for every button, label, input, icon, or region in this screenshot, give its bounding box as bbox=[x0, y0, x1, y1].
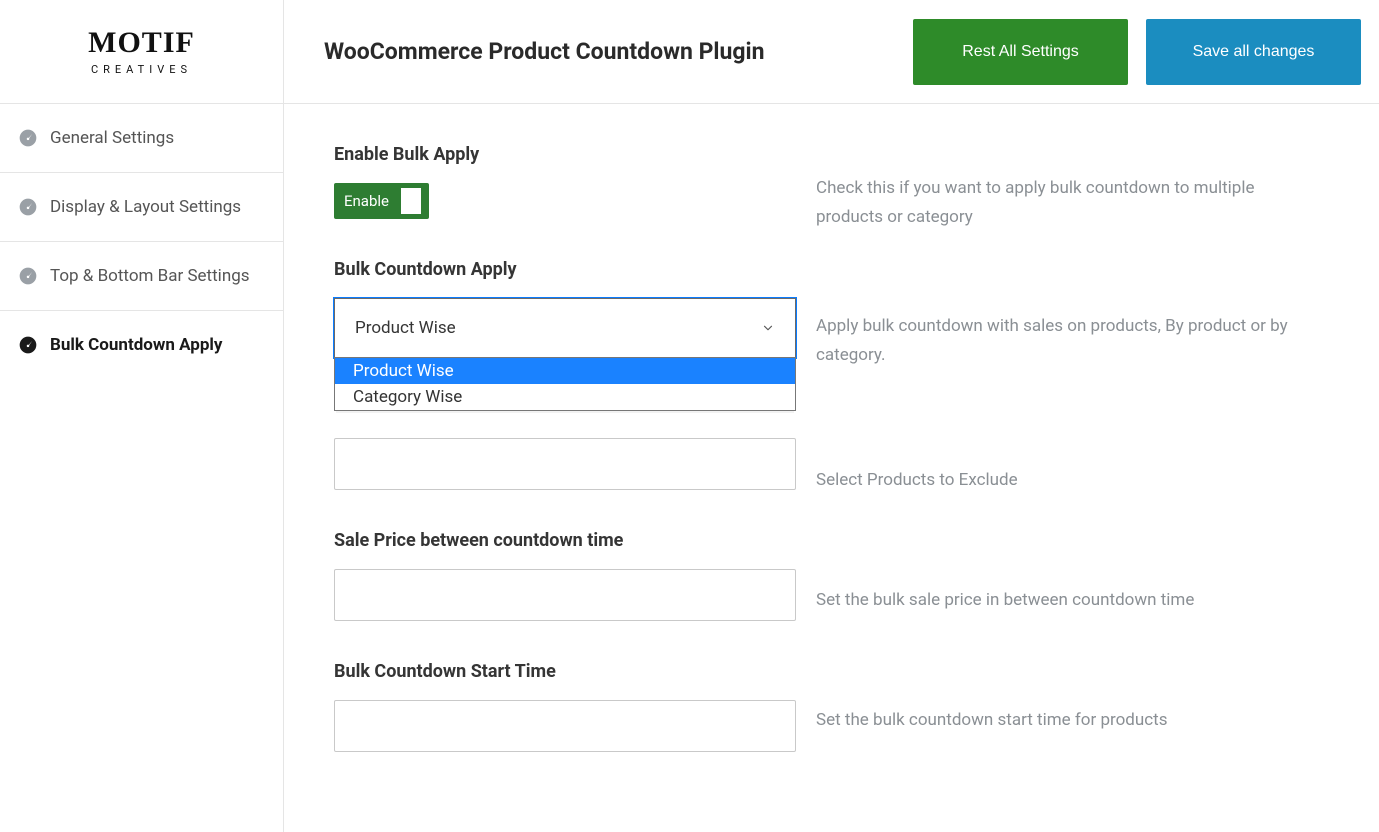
help-sale-price: Set the bulk sale price in between count… bbox=[816, 586, 1319, 615]
sidebar: MOTIF CREATIVES General Settings Display… bbox=[0, 0, 284, 832]
brand-main: MOTIF bbox=[88, 28, 195, 58]
help-enable: Check this if you want to apply bulk cou… bbox=[816, 174, 1319, 232]
field-exclude-products bbox=[334, 438, 796, 490]
field-enable-bulk: Enable Bulk Apply Enable bbox=[334, 144, 796, 219]
apply-select[interactable]: Product Wise bbox=[334, 298, 796, 358]
header-actions: Rest All Settings Save all changes bbox=[913, 19, 1361, 85]
sidebar-item-label: General Settings bbox=[50, 128, 174, 148]
enable-toggle[interactable]: Enable bbox=[334, 183, 429, 219]
sidebar-item-bulk-countdown[interactable]: Bulk Countdown Apply bbox=[0, 311, 283, 379]
toggle-text: Enable bbox=[344, 192, 389, 210]
gauge-icon bbox=[18, 128, 38, 148]
sidebar-item-label: Display & Layout Settings bbox=[50, 197, 241, 217]
field-sale-price: Sale Price between countdown time bbox=[334, 530, 796, 621]
exclude-products-input[interactable] bbox=[334, 438, 796, 490]
logo: MOTIF CREATIVES bbox=[0, 0, 283, 104]
field-start-time: Bulk Countdown Start Time bbox=[334, 661, 796, 752]
gauge-icon bbox=[18, 335, 38, 355]
chevron-down-icon bbox=[761, 321, 775, 335]
help-start-time: Set the bulk countdown start time for pr… bbox=[816, 706, 1319, 735]
field-label: Enable Bulk Apply bbox=[334, 144, 796, 165]
sidebar-item-general-settings[interactable]: General Settings bbox=[0, 104, 283, 173]
main-content: WooCommerce Product Countdown Plugin Res… bbox=[284, 0, 1379, 832]
gauge-icon bbox=[18, 197, 38, 217]
help-exclude: Select Products to Exclude bbox=[816, 466, 1319, 495]
sidebar-item-label: Bulk Countdown Apply bbox=[50, 335, 222, 355]
gauge-icon bbox=[18, 266, 38, 286]
apply-dropdown: Product Wise Category Wise bbox=[334, 357, 796, 411]
sale-price-input[interactable] bbox=[334, 569, 796, 621]
select-value: Product Wise bbox=[355, 318, 456, 338]
reset-button[interactable]: Rest All Settings bbox=[913, 19, 1128, 85]
page-title: WooCommerce Product Countdown Plugin bbox=[324, 38, 765, 65]
sidebar-item-top-bottom-bar[interactable]: Top & Bottom Bar Settings bbox=[0, 242, 283, 311]
brand-sub: CREATIVES bbox=[88, 64, 195, 75]
toggle-knob bbox=[401, 188, 421, 214]
field-label: Bulk Countdown Start Time bbox=[334, 661, 796, 682]
sidebar-item-display-layout[interactable]: Display & Layout Settings bbox=[0, 173, 283, 242]
dropdown-option-category-wise[interactable]: Category Wise bbox=[335, 384, 795, 410]
field-bulk-apply: Bulk Countdown Apply Product Wise Produc… bbox=[334, 259, 796, 358]
sidebar-item-label: Top & Bottom Bar Settings bbox=[50, 266, 250, 286]
field-label: Bulk Countdown Apply bbox=[334, 259, 796, 280]
help-apply: Apply bulk countdown with sales on produ… bbox=[816, 312, 1319, 370]
start-time-input[interactable] bbox=[334, 700, 796, 752]
field-label: Sale Price between countdown time bbox=[334, 530, 796, 551]
save-button[interactable]: Save all changes bbox=[1146, 19, 1361, 85]
header: WooCommerce Product Countdown Plugin Res… bbox=[284, 0, 1379, 104]
dropdown-option-product-wise[interactable]: Product Wise bbox=[335, 358, 795, 384]
